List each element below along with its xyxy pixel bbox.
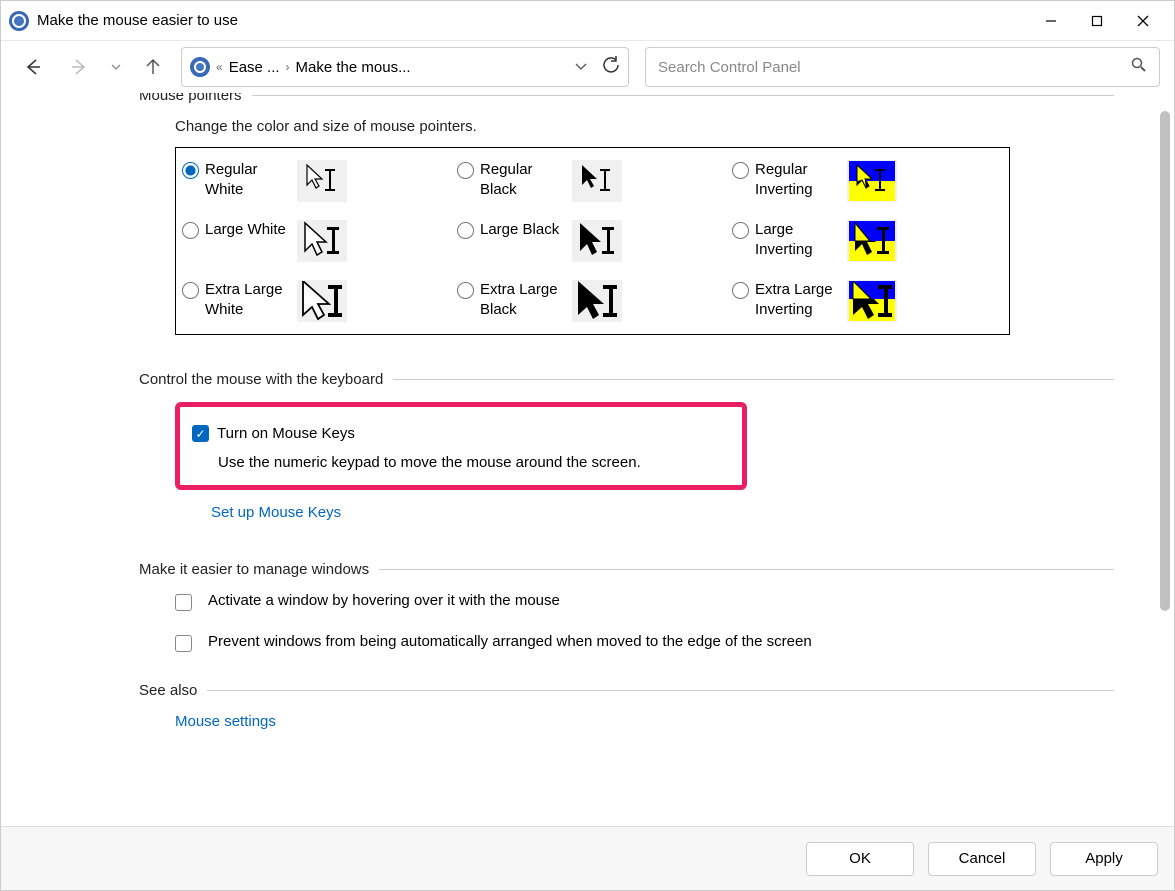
section-title-label: See also [139, 682, 197, 699]
chevron-right-icon: › [286, 60, 290, 74]
forward-button[interactable] [61, 49, 97, 85]
radio-large-black[interactable] [457, 222, 474, 239]
preview-regular-white [297, 160, 347, 202]
refresh-button[interactable] [602, 56, 620, 79]
checkbox-icon[interactable] [175, 594, 192, 611]
section-title-label: Mouse pointers [139, 93, 242, 104]
preview-xlarge-black [572, 280, 622, 322]
search-input[interactable] [658, 59, 1131, 76]
pointer-option-xlarge-white[interactable]: Extra Large White [182, 280, 453, 322]
pointer-option-regular-black[interactable]: Regular Black [457, 160, 728, 202]
preview-regular-inverting [847, 160, 897, 202]
search-box[interactable] [645, 47, 1160, 87]
close-button[interactable] [1120, 5, 1166, 37]
preview-large-inverting [847, 220, 897, 262]
checkbox-activate-hover[interactable]: Activate a window by hovering over it wi… [175, 592, 1114, 611]
section-description: Change the color and size of mouse point… [175, 118, 1114, 135]
radio-xlarge-inverting[interactable] [732, 282, 749, 299]
navigation-bar: « Ease ... › Make the mous... [1, 41, 1174, 93]
checkbox-icon[interactable] [175, 635, 192, 652]
preview-regular-black [572, 160, 622, 202]
section-see-also: See also [139, 682, 1114, 699]
cancel-button[interactable]: Cancel [928, 842, 1036, 876]
recent-dropdown[interactable] [107, 49, 125, 85]
radio-regular-white[interactable] [182, 162, 199, 179]
title-bar: Make the mouse easier to use [1, 1, 1174, 41]
radio-xlarge-white[interactable] [182, 282, 199, 299]
dialog-footer: OK Cancel Apply [1, 826, 1174, 890]
pointer-option-large-black[interactable]: Large Black [457, 220, 728, 262]
preview-large-black [572, 220, 622, 262]
section-control-keyboard: Control the mouse with the keyboard [139, 371, 1114, 388]
minimize-button[interactable] [1028, 5, 1074, 37]
mouse-keys-highlight: ✓ Turn on Mouse Keys Use the numeric key… [175, 402, 747, 490]
preview-xlarge-white [297, 280, 347, 322]
section-title-label: Make it easier to manage windows [139, 561, 369, 578]
mouse-keys-label: Turn on Mouse Keys [217, 425, 355, 442]
radio-regular-inverting[interactable] [732, 162, 749, 179]
breadcrumb-current[interactable]: Make the mous... [296, 59, 411, 76]
radio-large-white[interactable] [182, 222, 199, 239]
pointer-option-regular-inverting[interactable]: Regular Inverting [732, 160, 1003, 202]
pointer-option-large-inverting[interactable]: Large Inverting [732, 220, 1003, 262]
address-dropdown-icon[interactable] [574, 59, 588, 76]
breadcrumb-parent[interactable]: Ease ... [229, 59, 280, 76]
preview-large-white [297, 220, 347, 262]
pointer-grid: Regular White Regular Black Regular Inve… [175, 147, 1010, 335]
address-bar[interactable]: « Ease ... › Make the mous... [181, 47, 629, 87]
checkbox-label: Prevent windows from being automatically… [208, 633, 812, 650]
checkbox-turn-on-mouse-keys[interactable]: ✓ [192, 425, 209, 442]
checkbox-prevent-arrange[interactable]: Prevent windows from being automatically… [175, 633, 1114, 652]
up-button[interactable] [135, 49, 171, 85]
search-icon[interactable] [1131, 57, 1147, 77]
breadcrumb-overflow-icon[interactable]: « [216, 60, 223, 74]
radio-regular-black[interactable] [457, 162, 474, 179]
apply-button[interactable]: Apply [1050, 842, 1158, 876]
radio-xlarge-black[interactable] [457, 282, 474, 299]
mouse-settings-link[interactable]: Mouse settings [175, 713, 276, 730]
ok-button[interactable]: OK [806, 842, 914, 876]
radio-large-inverting[interactable] [732, 222, 749, 239]
pointer-option-regular-white[interactable]: Regular White [182, 160, 453, 202]
checkbox-label: Activate a window by hovering over it wi… [208, 592, 560, 609]
back-button[interactable] [15, 49, 51, 85]
section-mouse-pointers: Mouse pointers [139, 93, 1114, 104]
pointer-option-xlarge-black[interactable]: Extra Large Black [457, 280, 728, 322]
section-manage-windows: Make it easier to manage windows [139, 561, 1114, 578]
pointer-option-large-white[interactable]: Large White [182, 220, 453, 262]
maximize-button[interactable] [1074, 5, 1120, 37]
app-icon [9, 11, 29, 31]
pointer-option-xlarge-inverting[interactable]: Extra Large Inverting [732, 280, 1003, 322]
setup-mouse-keys-link[interactable]: Set up Mouse Keys [211, 504, 341, 521]
section-title-label: Control the mouse with the keyboard [139, 371, 383, 388]
window-title: Make the mouse easier to use [37, 12, 1028, 29]
mouse-keys-description: Use the numeric keypad to move the mouse… [218, 454, 732, 471]
control-panel-icon [190, 57, 210, 77]
preview-xlarge-inverting [847, 280, 897, 322]
